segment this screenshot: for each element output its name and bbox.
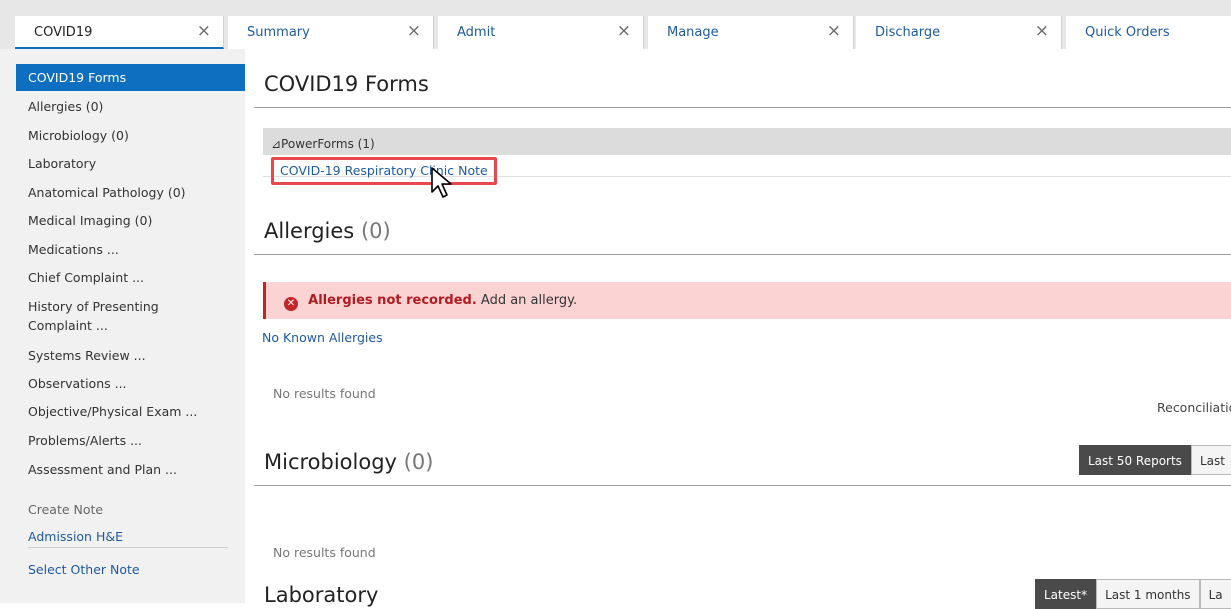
close-icon[interactable]: ×: [617, 21, 631, 41]
create-note-heading: Create Note: [28, 502, 104, 517]
powerforms-group-header[interactable]: ⊿PowerForms (1): [263, 128, 1231, 155]
covid19-respiratory-clinic-note-link[interactable]: COVID-19 Respiratory Clinic Note: [271, 157, 497, 185]
tab-quick-orders[interactable]: Quick Orders: [1066, 16, 1231, 49]
close-icon[interactable]: ×: [1035, 21, 1049, 41]
sidebar-item-observations[interactable]: Observations ...: [16, 374, 245, 393]
filter-last-1-months-button[interactable]: Last 1 months: [1096, 579, 1200, 609]
sidebar-item-objective-physical-exam[interactable]: Objective/Physical Exam ...: [16, 402, 245, 421]
sidebar-item-laboratory[interactable]: Laboratory: [16, 154, 245, 173]
close-icon[interactable]: ×: [407, 21, 421, 41]
section-count: (0): [403, 450, 434, 474]
tab-bar: COVID19 × Summary × Admit × Manage × Dis…: [0, 0, 1231, 49]
filter-more-button[interactable]: La: [1199, 579, 1231, 609]
error-icon: ✕: [284, 297, 298, 311]
tab-summary[interactable]: Summary ×: [228, 16, 434, 49]
no-results-text: No results found: [273, 386, 376, 401]
section-title-allergies: Allergies (0): [264, 219, 391, 243]
filter-latest-button[interactable]: Latest*: [1035, 579, 1097, 609]
section-title-covid19-forms: COVID19 Forms: [264, 72, 429, 96]
sidebar-item-history-presenting-complaint[interactable]: History of Presenting Complaint ...: [16, 297, 216, 335]
no-results-text: No results found: [273, 545, 376, 560]
section-title-microbiology: Microbiology (0): [264, 450, 433, 474]
mouse-pointer-icon: [431, 167, 452, 198]
main-content: COVID19 Forms ⊿PowerForms (1) COVID-19 R…: [245, 49, 1231, 609]
tab-manage[interactable]: Manage ×: [648, 16, 854, 49]
powerform-row: COVID-19 Respiratory Clinic Note: [263, 155, 1231, 185]
tab-label: Quick Orders: [1085, 25, 1170, 40]
sidebar-item-anatomical-pathology[interactable]: Anatomical Pathology (0): [16, 183, 245, 202]
microbiology-filter-group: Last 50 Reports Last: [1079, 445, 1231, 475]
tab-discharge[interactable]: Discharge ×: [856, 16, 1062, 49]
filter-last-button[interactable]: Last: [1190, 445, 1231, 475]
sidebar-item-covid19-forms[interactable]: COVID19 Forms: [16, 64, 245, 91]
sidebar-item-problems-alerts[interactable]: Problems/Alerts ...: [16, 431, 245, 450]
section-count: (0): [360, 219, 391, 243]
tab-admit[interactable]: Admit ×: [438, 16, 644, 49]
tab-label: Summary: [247, 25, 310, 40]
close-icon[interactable]: ×: [197, 21, 211, 41]
tab-label: Admit: [457, 25, 496, 40]
tab-covid19[interactable]: COVID19 ×: [15, 16, 224, 49]
filter-last-50-reports-button[interactable]: Last 50 Reports: [1079, 445, 1191, 475]
tab-label: Manage: [667, 25, 719, 40]
section-title-text: Microbiology: [264, 450, 397, 474]
laboratory-filter-group: Latest* Last 1 months La: [1035, 579, 1231, 609]
sidebar-item-medical-imaging[interactable]: Medical Imaging (0): [16, 211, 245, 230]
sidebar-item-assessment-plan[interactable]: Assessment and Plan ...: [16, 460, 245, 479]
section-title-laboratory: Laboratory: [264, 583, 379, 607]
close-icon[interactable]: ×: [827, 21, 841, 41]
sidebar-item-microbiology[interactable]: Microbiology (0): [16, 126, 245, 145]
sidebar-item-allergies[interactable]: Allergies (0): [16, 97, 245, 116]
divider: [28, 547, 228, 548]
section-rule: [254, 254, 1231, 255]
sidebar-item-systems-review[interactable]: Systems Review ...: [16, 346, 245, 365]
select-other-note-link[interactable]: Select Other Note: [16, 560, 245, 579]
sidebar-item-medications[interactable]: Medications ...: [16, 240, 245, 259]
tab-label: Discharge: [875, 25, 941, 40]
reconciliation-link[interactable]: Reconciliatio: [1157, 400, 1231, 415]
admission-he-link[interactable]: Admission H&E: [16, 527, 245, 546]
section-rule: [254, 485, 1231, 486]
no-known-allergies-link[interactable]: No Known Allergies: [262, 330, 383, 345]
alert-strong-text: Allergies not recorded.: [308, 293, 477, 308]
section-rule: [254, 107, 1231, 108]
tab-label: COVID19: [34, 25, 93, 40]
sidebar: COVID19 Forms Allergies (0) Microbiology…: [0, 49, 245, 603]
alert-text: Add an allergy.: [480, 293, 578, 308]
allergy-alert-banner: ✕ Allergies not recorded. Add an allergy…: [263, 282, 1231, 319]
sidebar-item-chief-complaint[interactable]: Chief Complaint ...: [16, 268, 245, 287]
section-title-text: Allergies: [264, 219, 355, 243]
